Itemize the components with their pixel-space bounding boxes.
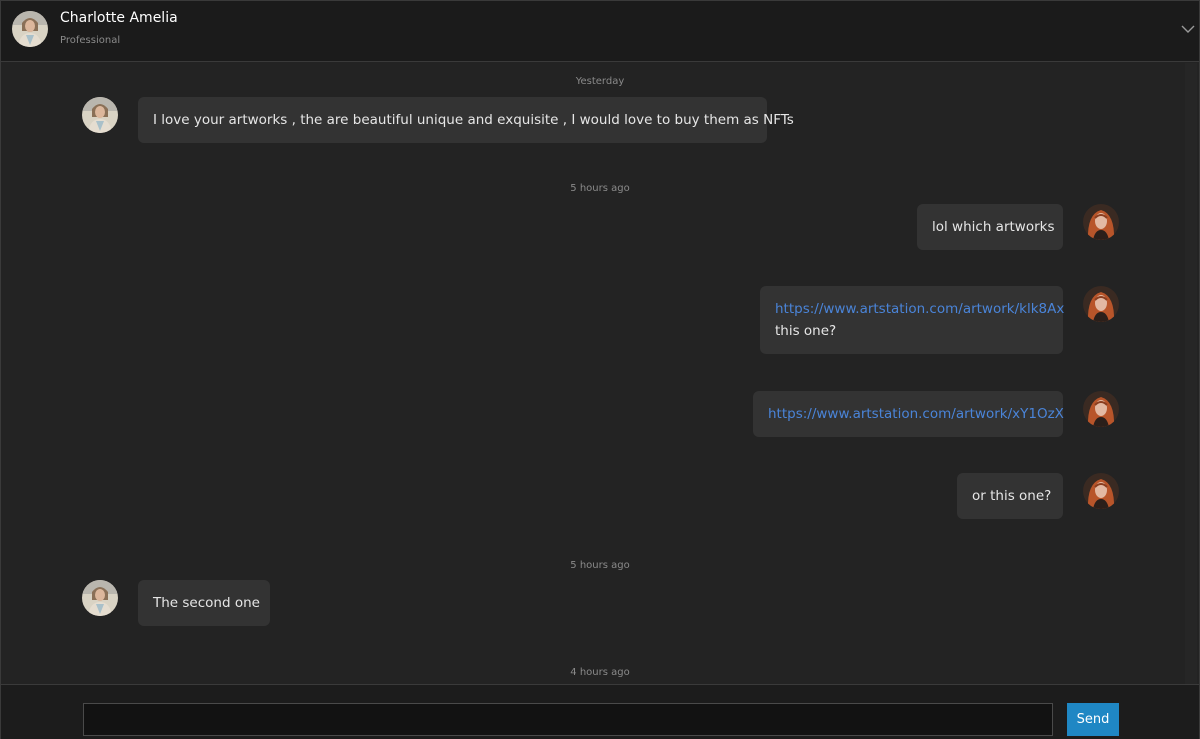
message-bubble: https://www.artstation.com/artwork/klk8A… [760, 286, 1064, 354]
time-separator: 5 hours ago [570, 183, 630, 194]
chat-header: Charlotte Amelia Professional [1, 1, 1199, 62]
user-avatar[interactable] [1083, 391, 1119, 427]
message-bubble: or this one? [957, 473, 1063, 519]
contact-avatar[interactable] [12, 11, 48, 47]
user-avatar[interactable] [1083, 286, 1119, 322]
message-bubble: The second one [138, 580, 270, 626]
time-separator: 4 hours ago [570, 667, 630, 678]
time-separator: Yesterday [575, 76, 625, 87]
message-bubble: https://www.artstation.com/artwork/xY1Oz… [753, 391, 1064, 437]
message-link[interactable]: https://www.artstation.com/artwork/klk8A… [775, 298, 1064, 320]
message-text: lol which artworks [932, 219, 1055, 235]
contact-role: Professional [60, 35, 121, 46]
message-text: The second one [153, 595, 260, 611]
time-separator: 5 hours ago [570, 560, 630, 571]
message-text: this one? [775, 323, 837, 339]
message-text: I love your artworks , the are beautiful… [153, 112, 794, 128]
message-list: Yesterday I love your artworks , the are… [1, 62, 1185, 684]
contact-avatar[interactable] [82, 97, 118, 133]
user-avatar[interactable] [1083, 473, 1119, 509]
chevron-down-icon[interactable] [1180, 21, 1196, 37]
messages-scrollbar[interactable] [1185, 63, 1197, 684]
message-bubble: lol which artworks [917, 204, 1063, 250]
contact-avatar[interactable] [82, 580, 118, 616]
user-avatar[interactable] [1083, 204, 1119, 240]
message-composer: Send [1, 684, 1199, 739]
message-text: or this one? [972, 488, 1052, 504]
send-button[interactable]: Send [1067, 703, 1119, 736]
message-input[interactable] [83, 703, 1053, 736]
message-link[interactable]: https://www.artstation.com/artwork/xY1Oz… [768, 403, 1064, 425]
message-bubble: I love your artworks , the are beautiful… [138, 97, 794, 143]
contact-name: Charlotte Amelia [60, 10, 178, 26]
